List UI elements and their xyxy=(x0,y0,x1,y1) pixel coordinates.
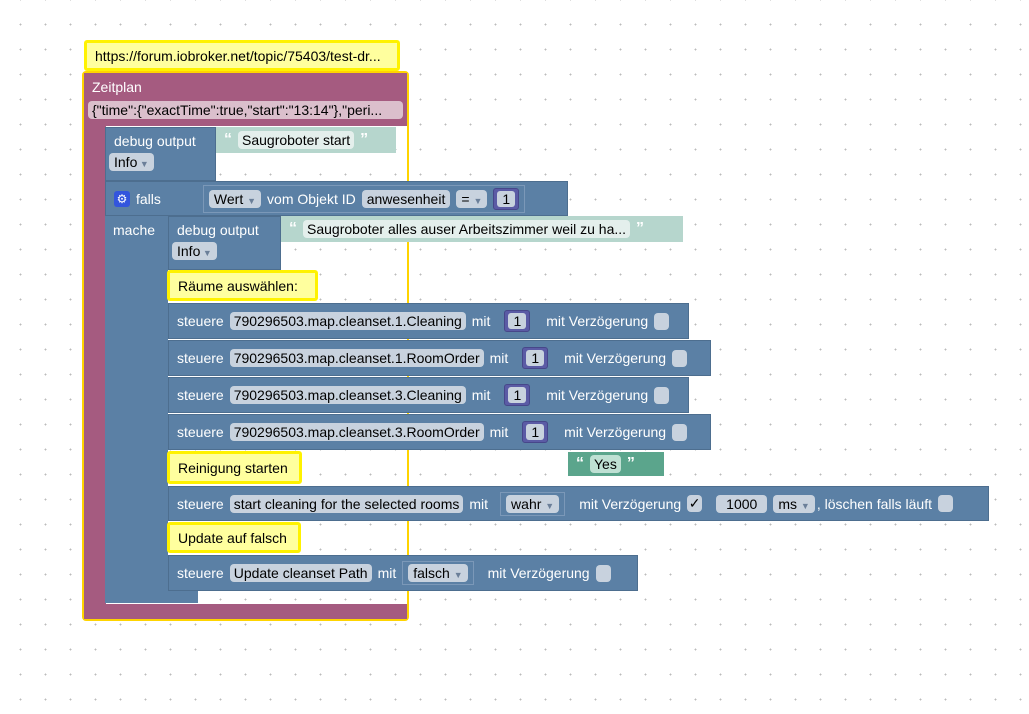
schedule-body xyxy=(84,126,106,606)
level-dropdown[interactable]: Info ▼ xyxy=(172,242,217,260)
level-dropdown[interactable]: Info ▼ xyxy=(109,153,154,171)
control-block[interactable]: steuere 790296503.map.cleanset.1.Cleaning… xyxy=(168,303,689,339)
control-block-start[interactable]: steuere start cleaning for the selected r… xyxy=(168,486,989,521)
comment-start[interactable]: Reinigung starten xyxy=(167,451,302,484)
clear-checkbox[interactable] xyxy=(937,495,953,512)
control-block[interactable]: steuere 790296503.map.cleanset.3.Cleaning… xyxy=(168,377,689,413)
control-block[interactable]: steuere 790296503.map.cleanset.1.RoomOrde… xyxy=(168,340,711,376)
comment-text: https://forum.iobroker.net/topic/75403/t… xyxy=(95,47,381,64)
debug-output-block[interactable]: debug output Info ▼ xyxy=(105,127,216,181)
delay-checkbox[interactable] xyxy=(654,386,670,404)
object-id-field[interactable]: anwesenheit xyxy=(361,189,451,208)
comment-update[interactable]: Update auf falsch xyxy=(167,522,301,553)
value-dropdown[interactable]: wahr ▼ xyxy=(506,494,560,513)
unit-dropdown[interactable]: ms ▼ xyxy=(773,494,815,513)
if-body: mache xyxy=(105,216,168,592)
if-block[interactable]: ⚙ falls Wert ▼ vom Objekt ID anwesenheit = ▼… xyxy=(105,181,568,216)
text-block[interactable]: “Saugroboter start” xyxy=(216,127,396,153)
control-block-update[interactable]: steuere Update cleanset Path mit falsch ▼ mi… xyxy=(168,555,638,591)
schedule-block[interactable]: Zeitplan {"time":{"exactTime":true,"star… xyxy=(84,73,407,126)
yes-text-block[interactable]: “Yes” xyxy=(568,452,664,476)
debug-label: debug output xyxy=(114,133,196,149)
schedule-footer xyxy=(84,604,407,619)
delay-checkbox[interactable] xyxy=(672,349,688,367)
comment-rooms[interactable]: Räume auswählen: xyxy=(167,270,318,301)
condition-block[interactable]: Wert ▼ vom Objekt ID anwesenheit = ▼ 1 xyxy=(202,184,526,213)
gear-icon[interactable]: ⚙ xyxy=(114,190,130,207)
value-dropdown[interactable]: falsch ▼ xyxy=(408,564,468,582)
control-block[interactable]: steuere 790296503.map.cleanset.3.RoomOrde… xyxy=(168,414,711,450)
text-block[interactable]: “Saugroboter alles auser Arbeitszimmer w… xyxy=(281,216,683,242)
delay-input[interactable]: 1000 xyxy=(716,494,768,513)
schedule-value[interactable]: {"time":{"exactTime":true,"start":"13:14… xyxy=(88,101,403,119)
delay-checkbox[interactable]: ✓ xyxy=(687,495,703,512)
comment-block[interactable]: https://forum.iobroker.net/topic/75403/t… xyxy=(84,40,400,71)
delay-checkbox[interactable] xyxy=(595,564,611,582)
delay-checkbox[interactable] xyxy=(654,312,670,330)
schedule-title: Zeitplan xyxy=(92,79,142,95)
debug-output-block-2[interactable]: debug output Info ▼ xyxy=(168,216,281,270)
if-footer xyxy=(105,590,198,603)
delay-checkbox[interactable] xyxy=(672,423,688,441)
